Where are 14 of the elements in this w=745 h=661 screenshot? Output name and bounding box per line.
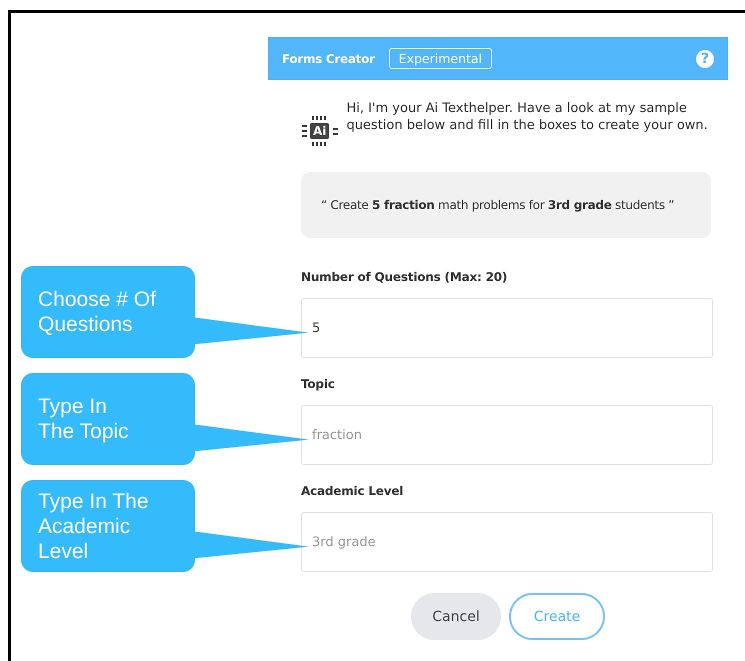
sample-question: “ Create 5 fraction math problems for 3rd grade students ” — [321, 198, 674, 212]
field-label: Topic — [301, 377, 336, 393]
input-field[interactable]: fraction — [301, 405, 713, 465]
input-field[interactable]: 3rd grade — [301, 512, 713, 572]
callout: Type In The Topic — [21, 373, 195, 465]
input-field[interactable]: 5 — [301, 298, 713, 358]
callout: Choose # Of Questions — [21, 266, 195, 358]
callout: Type In The Academic Level — [21, 480, 195, 572]
field-label: Number of Questions (Max: 20) — [301, 270, 508, 286]
header-title: Forms Creator — [282, 52, 375, 66]
intro-text: Hi, I'm your Ai Texthelper. Have a look at my sample question below and fill in the boxes to create your own. — [346, 100, 709, 134]
cancel-button[interactable]: Cancel — [411, 593, 501, 640]
field-label: Academic Level — [301, 484, 404, 500]
experimental-badge: Experimental — [388, 48, 492, 69]
